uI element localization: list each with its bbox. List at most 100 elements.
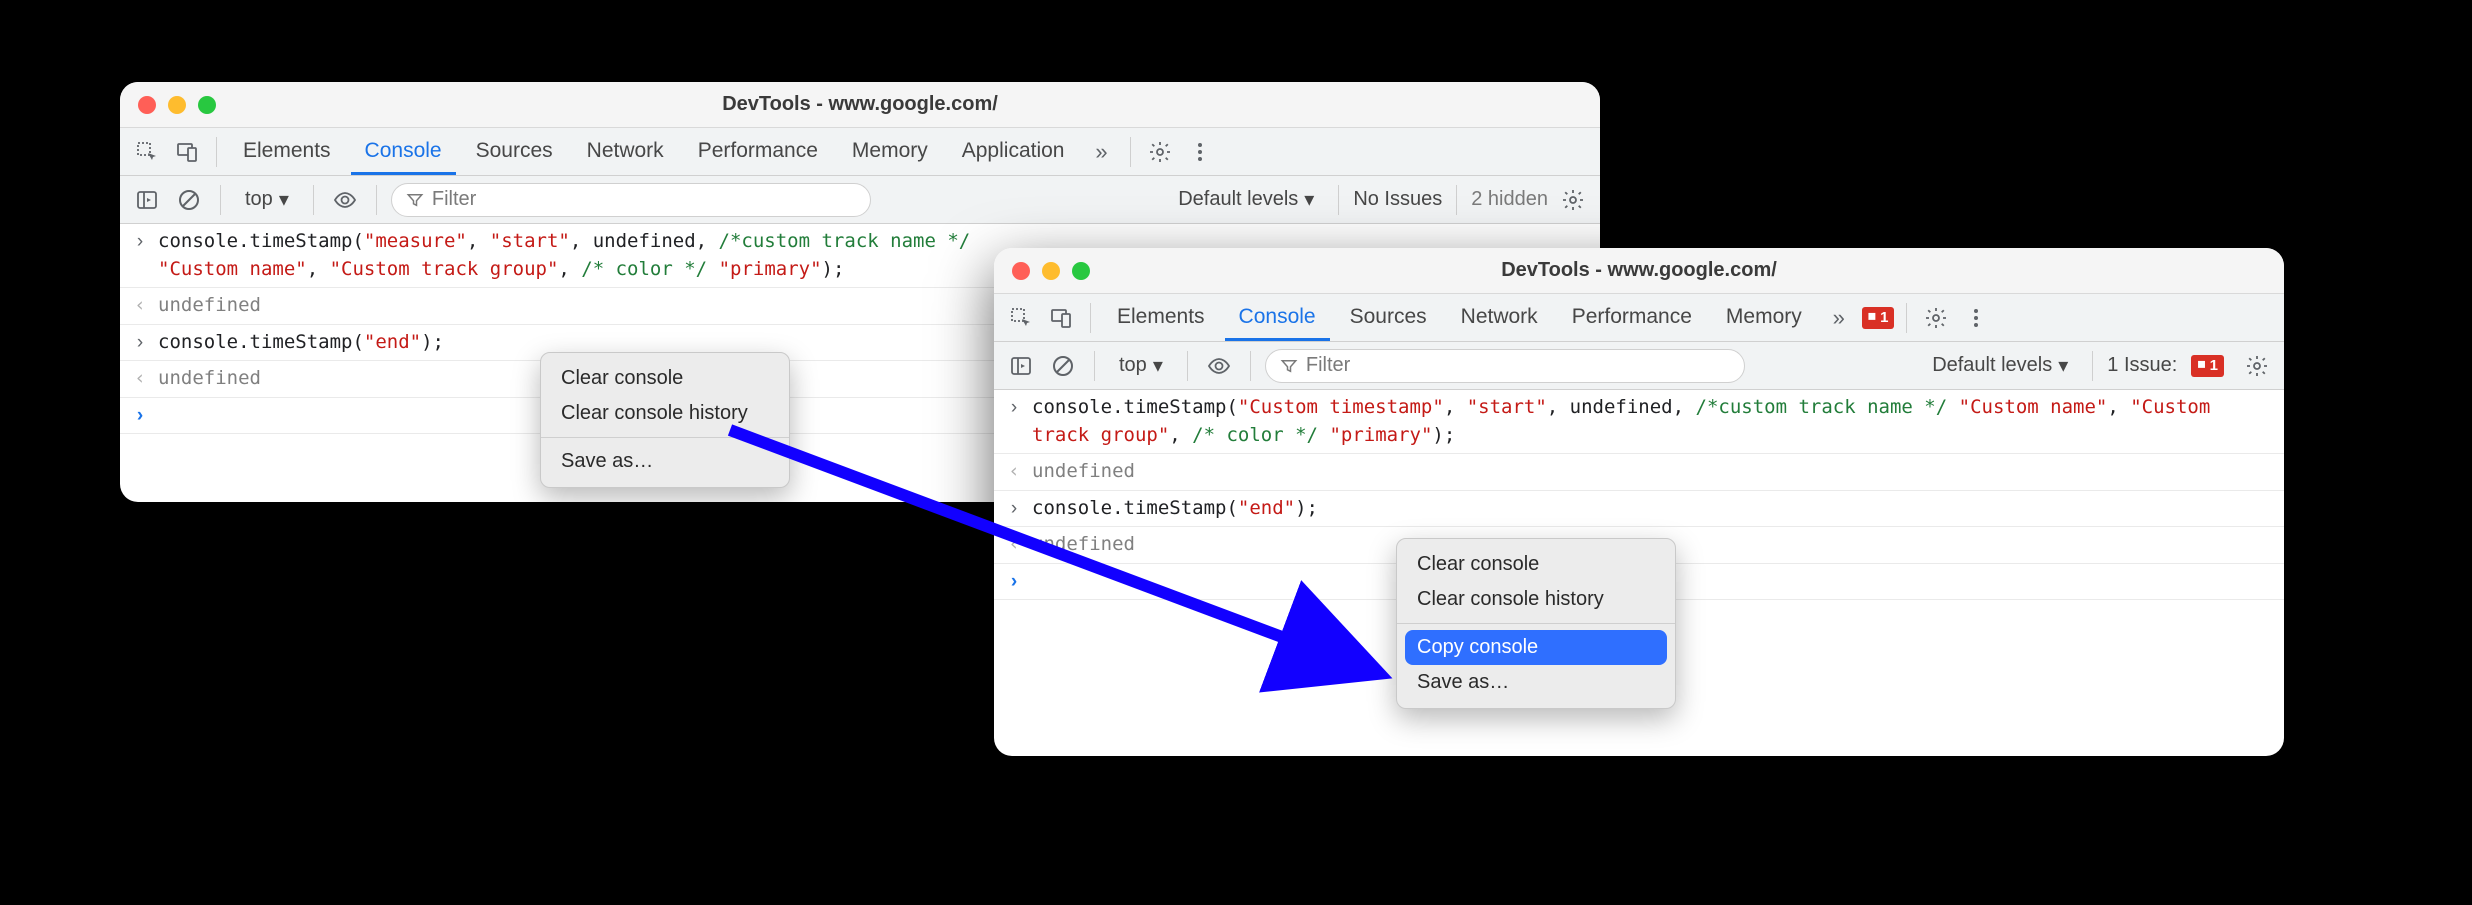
context-selector[interactable]: top ▾ [1109,349,1173,382]
separator [376,185,377,215]
sidebar-toggle-icon[interactable] [130,183,164,217]
separator [1090,303,1091,333]
chevron-down-icon: ▾ [279,187,289,212]
tab-sources[interactable]: Sources [1336,294,1441,341]
fullscreen-window-button[interactable] [1072,262,1090,280]
gear-icon[interactable] [2240,349,2274,383]
gear-icon[interactable] [1556,183,1590,217]
console-text: console.timeStamp("measure", "start", un… [158,228,1018,283]
separator [216,137,217,167]
titlebar: DevTools - www.google.com/ [994,248,2284,294]
prompt-caret-icon: › [1006,568,1022,596]
separator [1456,185,1457,215]
separator [220,185,221,215]
gear-icon[interactable] [1919,301,1953,335]
levels-label: Default levels [1932,354,2052,377]
log-levels-selector[interactable]: Default levels ▾ [1168,183,1324,216]
issues-badge[interactable]: 1 [1862,307,1895,329]
console-context-menu: Clear consoleClear console history Copy c… [1396,538,1676,709]
result-caret-icon: ‹ [132,365,148,393]
log-levels-selector[interactable]: Default levels ▾ [1922,349,2078,382]
tab-memory[interactable]: Memory [838,128,942,175]
traffic-lights [1012,262,1090,280]
filter-placeholder: Filter [432,188,476,211]
separator [1906,303,1907,333]
live-expression-icon[interactable] [328,183,362,217]
separator [313,185,314,215]
window-title: DevTools - www.google.com/ [120,93,1600,116]
menu-separator [541,437,789,438]
menu-item[interactable]: Copy console [1405,630,1667,665]
clear-console-icon[interactable] [1046,349,1080,383]
more-tabs-icon[interactable]: » [1822,301,1856,335]
console-row: ‹ undefined [994,454,2284,491]
menu-item[interactable]: Save as… [1397,665,1675,700]
devtools-window-right: DevTools - www.google.com/ Elements Cons… [994,248,2284,756]
chevron-down-icon: ▾ [1304,187,1314,212]
tab-network[interactable]: Network [1447,294,1552,341]
tab-console[interactable]: Console [1225,294,1330,341]
menu-item[interactable]: Clear console [541,361,789,396]
minimize-window-button[interactable] [1042,262,1060,280]
menu-item[interactable]: Clear console history [541,396,789,431]
menu-item[interactable]: Clear console [1397,547,1675,582]
console-row: ›console.timeStamp("Custom timestamp", "… [994,390,2284,454]
separator [2092,351,2093,381]
console-text: undefined [1032,458,2272,486]
inspect-element-icon[interactable] [130,135,164,169]
close-window-button[interactable] [138,96,156,114]
fullscreen-window-button[interactable] [198,96,216,114]
tab-performance[interactable]: Performance [684,128,832,175]
filter-placeholder: Filter [1306,354,1350,377]
filter-icon [406,191,424,209]
filter-input[interactable]: Filter [391,183,871,217]
menu-separator [1397,623,1675,624]
filter-input[interactable]: Filter [1265,349,1745,383]
tab-elements[interactable]: Elements [229,128,345,175]
result-caret-icon: ‹ [1006,531,1022,559]
devtools-tab-strip: Elements Console Sources Network Perform… [120,128,1600,176]
input-caret-icon: › [132,228,148,256]
console-toolbar: top ▾ Filter Default levels ▾ No Issues … [120,176,1600,224]
chevron-down-icon: ▾ [2058,353,2068,378]
tab-performance[interactable]: Performance [1558,294,1706,341]
device-toolbar-icon[interactable] [170,135,204,169]
gear-icon[interactable] [1143,135,1177,169]
sidebar-toggle-icon[interactable] [1004,349,1038,383]
inspect-element-icon[interactable] [1004,301,1038,335]
issues-label[interactable]: 1 Issue: [2107,354,2177,377]
tab-memory[interactable]: Memory [1712,294,1816,341]
console-text: console.timeStamp("end"); [1032,495,2272,523]
issues-label[interactable]: No Issues [1353,188,1442,211]
tab-network[interactable]: Network [573,128,678,175]
filter-icon [1280,357,1298,375]
menu-item[interactable]: Clear console history [1397,582,1675,617]
minimize-window-button[interactable] [168,96,186,114]
tab-elements[interactable]: Elements [1103,294,1219,341]
close-window-button[interactable] [1012,262,1030,280]
separator [1338,185,1339,215]
tab-application[interactable]: Application [948,128,1079,175]
clear-console-icon[interactable] [172,183,206,217]
result-caret-icon: ‹ [1006,458,1022,486]
issues-badge[interactable]: 1 [2191,355,2224,377]
kebab-menu-icon[interactable] [1183,135,1217,169]
tab-console[interactable]: Console [351,128,456,175]
kebab-menu-icon[interactable] [1959,301,1993,335]
separator [1130,137,1131,167]
separator [1094,351,1095,381]
device-toolbar-icon[interactable] [1044,301,1078,335]
context-label: top [245,188,273,211]
window-title: DevTools - www.google.com/ [994,259,2284,282]
input-caret-icon: › [132,329,148,357]
console-toolbar: top ▾ Filter Default levels ▾ 1 Issue: 1 [994,342,2284,390]
live-expression-icon[interactable] [1202,349,1236,383]
levels-label: Default levels [1178,188,1298,211]
devtools-tab-strip: Elements Console Sources Network Perform… [994,294,2284,342]
tab-sources[interactable]: Sources [462,128,567,175]
context-selector[interactable]: top ▾ [235,183,299,216]
menu-item[interactable]: Save as… [541,444,789,479]
more-tabs-icon[interactable]: » [1084,135,1118,169]
hidden-count[interactable]: 2 hidden [1471,188,1548,211]
console-row: ›console.timeStamp("end"); [994,491,2284,528]
